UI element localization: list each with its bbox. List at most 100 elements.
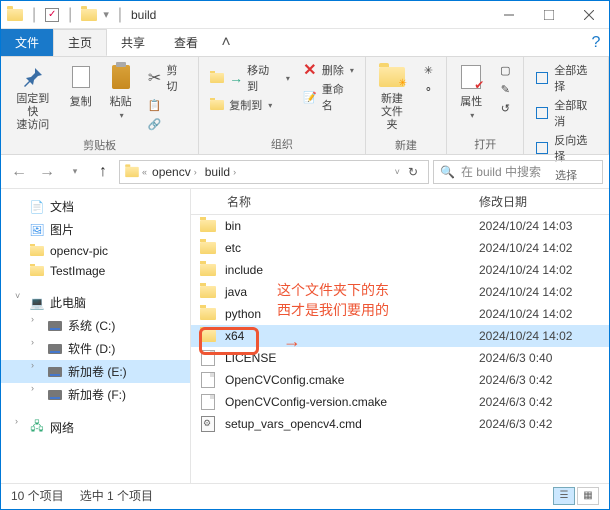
file-tab[interactable]: 文件 (1, 29, 53, 56)
file-name: OpenCVConfig-version.cmake (225, 395, 479, 409)
easy-access-button[interactable]: ⚬ (416, 80, 440, 98)
copy-label: 复制 (70, 93, 92, 109)
chevron-right-icon[interactable]: › (31, 360, 34, 370)
chevron-right-icon[interactable]: › (15, 416, 18, 426)
rename-button[interactable]: 📝 重命名 (298, 80, 359, 114)
history-button[interactable]: ↺ (493, 99, 517, 117)
forward-button[interactable]: → (35, 160, 59, 184)
chevron-right-icon[interactable]: › (31, 383, 34, 393)
sidebar-item-this-pc[interactable]: 💻此电脑 (1, 291, 190, 314)
pin-to-quick-access-button[interactable]: 固定到快 速访问 (7, 61, 59, 135)
file-date: 2024/10/24 14:02 (479, 285, 609, 299)
chevron-right-icon[interactable]: › (31, 337, 34, 347)
file-date: 2024/10/24 14:02 (479, 263, 609, 277)
copy-path-button[interactable]: 📋 (143, 96, 193, 114)
moveto-label: 移动到 (247, 62, 280, 94)
scissors-icon: ✂ (147, 70, 163, 86)
search-icon: 🔍 (440, 165, 455, 179)
properties-icon (457, 63, 485, 91)
address-dropdown-icon[interactable]: ˅ (395, 167, 400, 177)
file-name: python (225, 307, 479, 321)
chevron-right-icon[interactable]: « (142, 167, 147, 177)
sidebar-item-drive[interactable]: 新加卷 (F:) (1, 383, 190, 406)
recent-locations-button[interactable]: ▾ (63, 160, 87, 184)
view-tab[interactable]: 查看 (160, 29, 213, 56)
titlebar: | ✓ | ▾ | build (1, 1, 609, 29)
file-row[interactable]: setup_vars_opencv4.cmd2024/6/3 0:42 (191, 413, 609, 435)
breadcrumb[interactable]: build (205, 165, 230, 179)
icons-view-button[interactable]: ▦ (577, 487, 599, 505)
maximize-button[interactable] (529, 1, 569, 28)
rename-label: 重命名 (322, 81, 355, 113)
breadcrumb-segment[interactable]: build › (202, 165, 239, 179)
home-tab[interactable]: 主页 (53, 29, 107, 56)
chevron-right-icon[interactable]: › (31, 314, 34, 324)
navigation-pane[interactable]: 📄文档 🖼图片 opencv-pic TestImage ˅💻此电脑 ›系统 (… (1, 189, 191, 483)
main-split: 📄文档 🖼图片 opencv-pic TestImage ˅💻此电脑 ›系统 (… (1, 189, 609, 483)
sidebar-item-pictures[interactable]: 🖼图片 (1, 218, 190, 241)
file-row[interactable]: LICENSE2024/6/3 0:40 (191, 347, 609, 369)
sidebar-item-drive[interactable]: 系统 (C:) (1, 314, 190, 337)
help-icon[interactable]: ? (583, 29, 609, 56)
folder-icon (191, 330, 225, 342)
file-row[interactable]: x642024/10/24 14:02 (191, 325, 609, 347)
file-row[interactable]: python2024/10/24 14:02 (191, 303, 609, 325)
close-button[interactable] (569, 1, 609, 28)
select-none-button[interactable]: 全部取消 (530, 96, 602, 130)
share-tab[interactable]: 共享 (107, 29, 160, 56)
folder-icon (209, 70, 225, 86)
checkbox-icon[interactable]: ✓ (45, 8, 59, 22)
file-row[interactable]: OpenCVConfig-version.cmake2024/6/3 0:42 (191, 391, 609, 413)
copy-icon (67, 63, 95, 91)
paste-shortcut-button[interactable]: 🔗 (143, 115, 193, 133)
ribbon-collapse-icon[interactable]: ˄ (213, 29, 239, 56)
breadcrumb[interactable]: opencv (152, 165, 191, 179)
file-row[interactable]: OpenCVConfig.cmake2024/6/3 0:42 (191, 369, 609, 391)
file-pane: 名称 修改日期 bin2024/10/24 14:03etc2024/10/24… (191, 189, 609, 483)
address-bar[interactable]: « opencv › build › ˅ ↻ (119, 160, 429, 184)
network-icon: 🖧 (29, 421, 45, 435)
sidebar-item-drive[interactable]: 软件 (D:) (1, 337, 190, 360)
chevron-right-icon[interactable]: › (194, 167, 197, 177)
file-name: etc (225, 241, 479, 255)
history-icon: ↺ (497, 100, 513, 116)
sidebar-item-folder[interactable]: TestImage (1, 261, 190, 281)
sidebar-item-drive[interactable]: 新加卷 (E:) (1, 360, 190, 383)
sidebar-item-documents[interactable]: 📄文档 (1, 195, 190, 218)
file-row[interactable]: etc2024/10/24 14:02 (191, 237, 609, 259)
refresh-button[interactable]: ↻ (402, 165, 424, 179)
column-name-header[interactable]: 名称 (191, 193, 479, 210)
edit-button[interactable]: ✎ (493, 80, 517, 98)
details-view-button[interactable]: ☰ (553, 487, 575, 505)
delete-button[interactable]: ✕ 删除 ▾ (298, 61, 359, 79)
paste-button[interactable]: 粘贴 ▾ (103, 61, 139, 122)
open-button[interactable]: ▢ (493, 61, 517, 79)
file-row[interactable]: bin2024/10/24 14:03 (191, 215, 609, 237)
cut-button[interactable]: ✂ 剪切 (143, 61, 193, 95)
folder-icon (191, 264, 225, 276)
select-all-button[interactable]: 全部选择 (530, 61, 602, 95)
qat-dropdown-icon[interactable]: ▾ (103, 8, 109, 21)
file-list[interactable]: bin2024/10/24 14:03etc2024/10/24 14:02in… (191, 215, 609, 483)
sidebar-item-folder[interactable]: opencv-pic (1, 241, 190, 261)
search-input[interactable]: 🔍 在 build 中搜索 (433, 160, 603, 184)
file-row[interactable]: include2024/10/24 14:02 (191, 259, 609, 281)
new-folder-button[interactable]: 新建 文件夹 (372, 61, 413, 135)
new-item-button[interactable]: ✳ (416, 61, 440, 79)
minimize-button[interactable] (489, 1, 529, 28)
back-button[interactable]: ← (7, 160, 31, 184)
move-to-button[interactable]: → 移动到 ▾ (205, 61, 294, 95)
drive-icon (47, 342, 63, 356)
file-name: setup_vars_opencv4.cmd (225, 417, 479, 431)
copy-button[interactable]: 复制 (63, 61, 99, 111)
sidebar-item-network[interactable]: 🖧 网络 (1, 416, 190, 439)
file-row[interactable]: java2024/10/24 14:02 (191, 281, 609, 303)
chevron-right-icon[interactable]: ˅ (15, 291, 20, 301)
sidebar-item-label: 网络 (50, 419, 74, 436)
copy-to-button[interactable]: 复制到 ▾ (205, 96, 294, 114)
column-date-header[interactable]: 修改日期 (479, 193, 609, 210)
up-button[interactable]: ↑ (91, 160, 115, 184)
chevron-right-icon[interactable]: › (233, 167, 236, 177)
properties-button[interactable]: 属性 ▾ (453, 61, 489, 122)
breadcrumb-segment[interactable]: opencv › (149, 165, 200, 179)
